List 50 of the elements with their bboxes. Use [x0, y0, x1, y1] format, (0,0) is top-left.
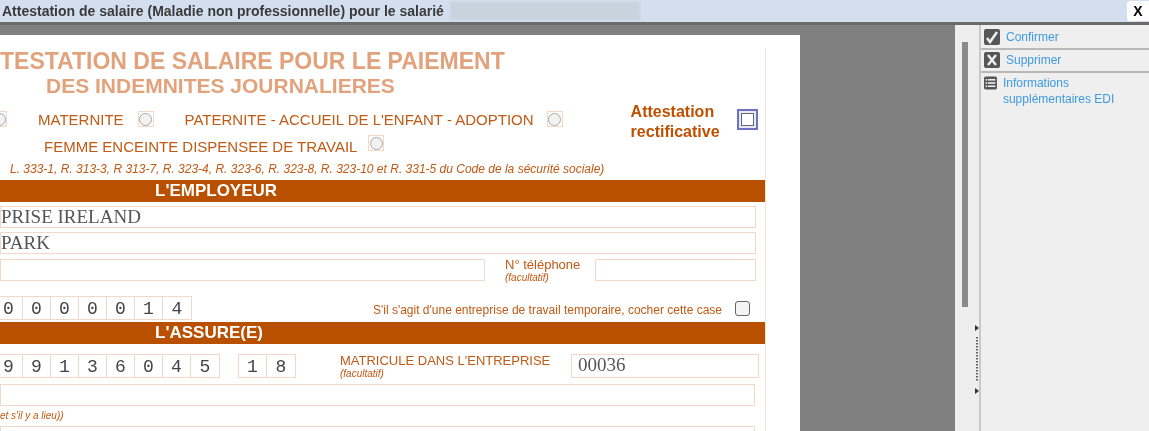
digit-box[interactable]: 1 — [135, 297, 163, 319]
digit-box[interactable]: 0 — [135, 355, 163, 377]
optional-hint: (facultatif) — [340, 367, 385, 379]
digit-box[interactable]: 3 — [79, 355, 107, 377]
digit-box[interactable]: 4 — [163, 297, 191, 319]
digit-box[interactable]: 0 — [0, 297, 23, 319]
radio-button[interactable] — [548, 112, 562, 126]
radio-button[interactable] — [369, 136, 383, 150]
input-field[interactable] — [0, 259, 485, 281]
digit-box[interactable]: 9 — [23, 355, 51, 377]
rectificative-label: Attestation rectificative — [630, 102, 721, 142]
checkmark-icon — [984, 29, 1000, 45]
list-icon — [984, 75, 997, 91]
input-field[interactable] — [0, 384, 755, 406]
form-title: TESTATION DE SALAIRE POUR LE PAIEMENT — [0, 48, 506, 74]
checkbox[interactable] — [736, 108, 758, 130]
input-field[interactable]: PRISE IRELAND — [0, 206, 756, 228]
input-field[interactable]: PARK — [0, 232, 756, 254]
digit-box[interactable]: 5 — [191, 355, 219, 377]
digit-box[interactable]: 4 — [163, 355, 191, 377]
section-header: L'ASSURE(E) — [0, 322, 765, 344]
option-label: FEMME ENCEINTE DISPENSEE DE TRAVAIL — [44, 137, 358, 155]
temp-agency-label: S'il s'agit d'une entreprise de travail temporaire, cocher cette case — [372, 303, 722, 317]
close-button[interactable]: X — [1127, 1, 1149, 21]
phone-label: N° téléphone — [505, 257, 582, 272]
digit-box[interactable]: 6 — [107, 355, 135, 377]
phone-field[interactable] — [595, 259, 756, 281]
digit-box[interactable]: 1 — [239, 355, 267, 377]
optional-hint: (facultatif) — [505, 271, 549, 283]
legal-reference: L. 333-1, R. 313-3, R 313-7, R. 323-4, R. 323-6, R. 323-8, R. 323-10 et R. 331-5 du Code de la sécurité sociale) — [10, 161, 606, 178]
checkbox[interactable] — [735, 300, 750, 316]
form-subtitle: DES INDEMNITES JOURNALIERES — [46, 74, 396, 99]
splitter-grip-icon[interactable] — [975, 325, 980, 395]
digit-box[interactable]: 9 — [0, 355, 23, 377]
digit-box[interactable]: 8 — [267, 355, 295, 377]
option-label: PATERNITE - ACCUEIL DE L'ENFANT - ADOPTION — [184, 110, 534, 128]
option-label: MATERNITE — [38, 110, 124, 128]
section-header: L'EMPLOYEUR — [0, 180, 765, 202]
close-icon — [984, 52, 1000, 68]
digit-box[interactable]: 1 — [51, 355, 79, 377]
digit-box[interactable]: 0 — [51, 297, 79, 319]
matricule-field[interactable]: 00036 — [571, 354, 759, 378]
field-note: et s'il y a lieu)) — [0, 410, 65, 421]
radio-button[interactable] — [139, 112, 153, 126]
digit-box[interactable]: 0 — [23, 297, 51, 319]
window-title: Attestation de salaire (Maladie non professionnelle) pour le salarié — [1, 3, 444, 19]
digit-box[interactable]: 0 — [79, 297, 107, 319]
matricule-label: MATRICULE DANS L'ENTREPRISE — [340, 353, 552, 368]
scrollbar-thumb[interactable] — [962, 42, 968, 307]
digit-box[interactable]: 0 — [107, 297, 135, 319]
